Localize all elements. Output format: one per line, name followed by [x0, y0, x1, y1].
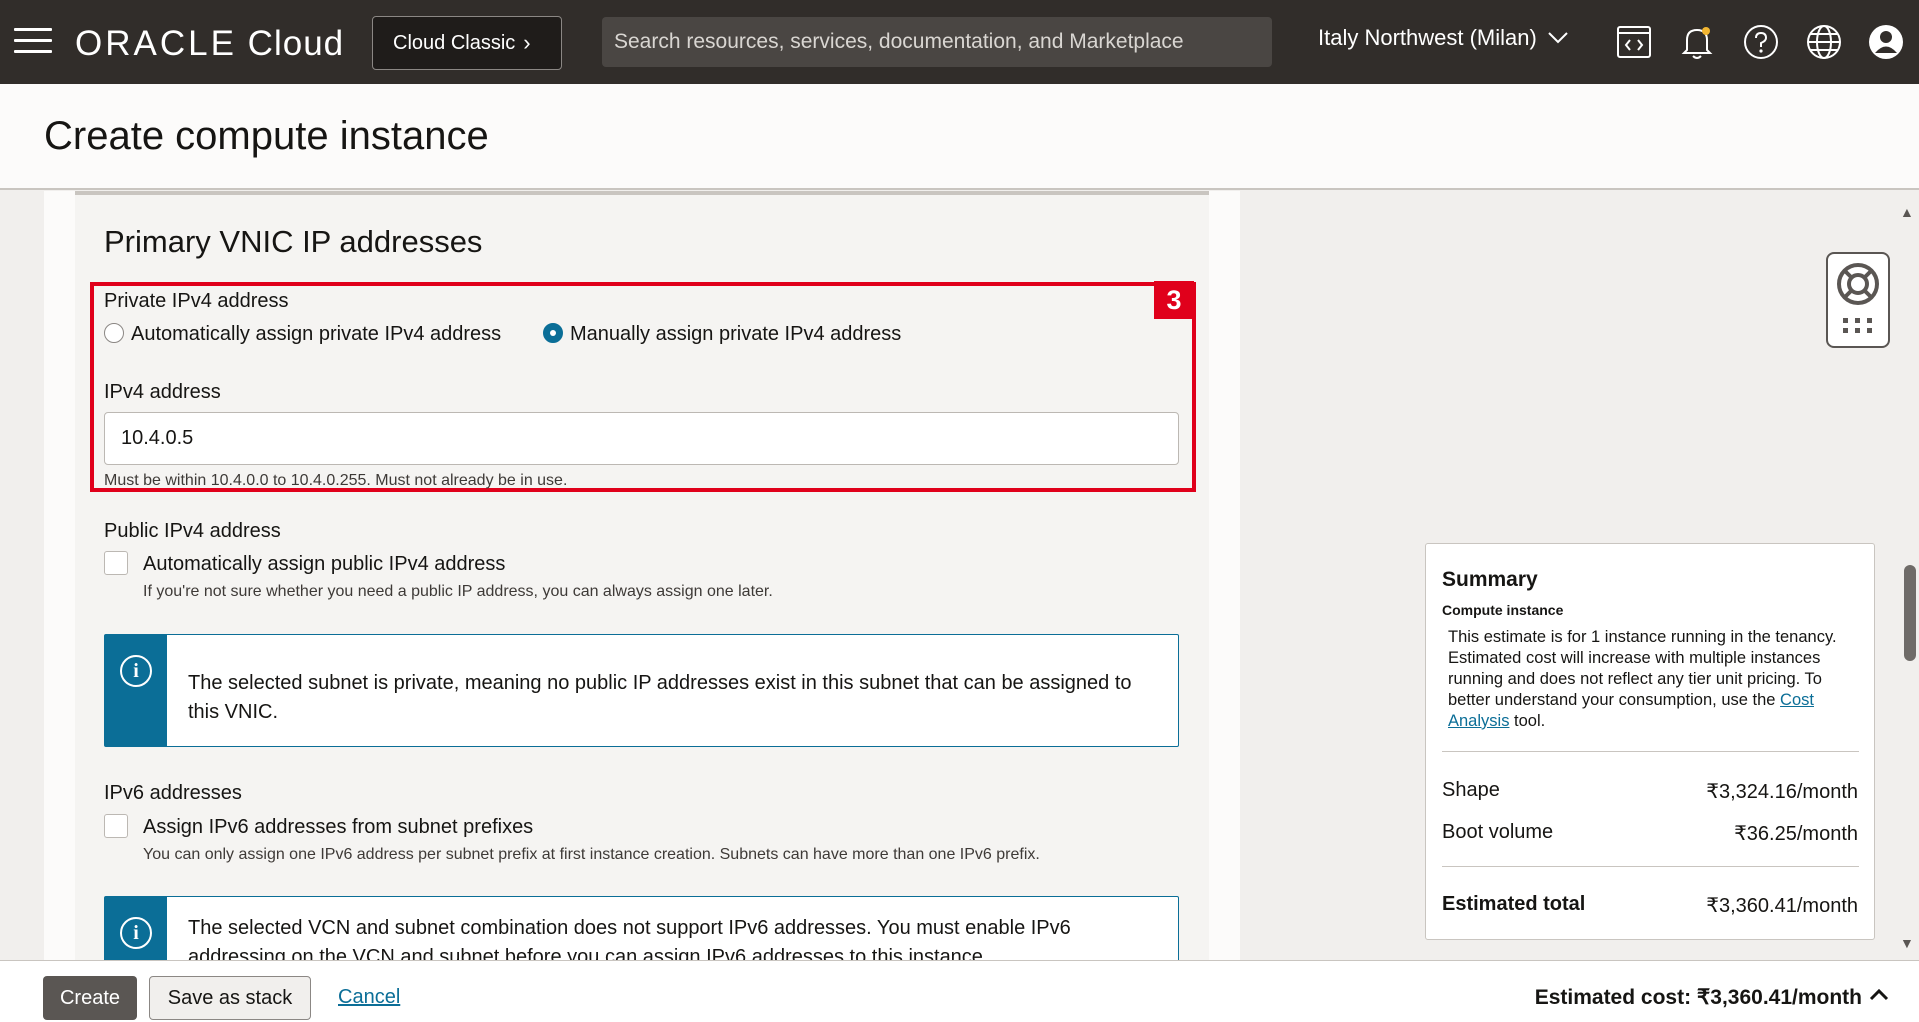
page-title: Create compute instance — [44, 114, 489, 158]
scrollbar-thumb[interactable] — [1904, 565, 1916, 661]
boot-volume-cost-value: ₹36.25/month — [1734, 823, 1858, 845]
public-ipv4-label: Public IPv4 address — [104, 520, 281, 542]
search-input[interactable]: Search resources, services, documentatio… — [602, 17, 1272, 67]
ipv4-address-label: IPv4 address — [104, 381, 221, 403]
cancel-link[interactable]: Cancel — [338, 986, 400, 1009]
summary-desc-tail: tool. — [1509, 712, 1546, 730]
summary-subtitle: Compute instance — [1442, 602, 1564, 618]
checkbox-auto-public-ipv4[interactable] — [104, 551, 128, 575]
divider — [1442, 866, 1859, 867]
checkbox-ipv6-prefixes-label[interactable]: Assign IPv6 addresses from subnet prefix… — [143, 816, 533, 839]
ipv6-info-text: The selected VCN and subnet combination … — [188, 917, 1071, 960]
page-header: Create compute instance — [0, 84, 1919, 190]
estimated-total-value: ₹3,360.41/month — [1706, 895, 1858, 917]
menu-icon[interactable] — [14, 28, 52, 54]
cloud-classic-button[interactable]: Cloud Classic › — [372, 16, 562, 70]
logo-brand: ORACLE — [75, 24, 237, 63]
summary-panel: Summary Compute instance This estimate i… — [1425, 543, 1875, 940]
shape-cost-value: ₹3,324.16/month — [1706, 781, 1858, 803]
bell-icon[interactable] — [1677, 22, 1717, 62]
ipv6-info-box: i The selected VCN and subnet combinatio… — [104, 896, 1179, 960]
create-button[interactable]: Create — [43, 976, 137, 1020]
ipv6-label: IPv6 addresses — [104, 782, 242, 804]
ipv4-address-hint: Must be within 10.4.0.0 to 10.4.0.255. M… — [104, 472, 568, 489]
radio-auto-private-ipv4-label[interactable]: Automatically assign private IPv4 addres… — [131, 323, 501, 346]
info-icon: i — [120, 917, 152, 949]
private-subnet-info-text: The selected subnet is private, meaning … — [188, 672, 1132, 723]
lifebuoy-icon — [1837, 263, 1879, 333]
radio-auto-private-ipv4[interactable] — [104, 323, 124, 343]
code-editor-icon[interactable] — [1614, 22, 1654, 62]
boot-volume-cost-label: Boot volume — [1442, 821, 1554, 843]
footer-action-bar: Create Save as stack Cancel Estimated co… — [0, 960, 1919, 1022]
summary-description: This estimate is for 1 instance running … — [1448, 627, 1860, 732]
chevron-down-icon — [1548, 32, 1568, 44]
scroll-up-arrow[interactable]: ▲ — [1900, 204, 1914, 220]
chevron-up-icon[interactable] — [1867, 983, 1891, 1007]
user-icon[interactable] — [1866, 22, 1906, 62]
ipv6-hint: You can only assign one IPv6 address per… — [143, 846, 1040, 863]
ipv4-address-input[interactable]: 10.4.0.5 — [104, 412, 1179, 465]
shape-cost-label: Shape — [1442, 779, 1500, 801]
section-title: Primary VNIC IP addresses — [104, 224, 483, 259]
step-badge: 3 — [1154, 281, 1194, 319]
summary-title: Summary — [1442, 568, 1538, 591]
oracle-cloud-logo[interactable]: ORACLE Cloud — [75, 24, 344, 64]
help-widget[interactable] — [1826, 252, 1890, 348]
search-placeholder: Search resources, services, documentatio… — [614, 30, 1184, 53]
main-content: Primary VNIC IP addresses 3 Private IPv4… — [0, 191, 1919, 960]
divider — [1442, 751, 1859, 752]
info-icon: i — [120, 655, 152, 687]
info-bar: i — [105, 635, 167, 746]
public-ipv4-hint: If you're not sure whether you need a pu… — [143, 583, 773, 600]
radio-manual-private-ipv4-label[interactable]: Manually assign private IPv4 address — [570, 323, 901, 346]
region-label: Italy Northwest (Milan) — [1318, 25, 1537, 50]
chevron-right-icon: › — [523, 30, 531, 55]
help-icon[interactable] — [1741, 22, 1781, 62]
radio-manual-private-ipv4[interactable] — [543, 323, 563, 343]
checkbox-auto-public-ipv4-label[interactable]: Automatically assign public IPv4 address — [143, 553, 505, 576]
private-subnet-info-box: i The selected subnet is private, meanin… — [104, 634, 1179, 747]
private-ipv4-label: Private IPv4 address — [104, 290, 289, 312]
logo-product: Cloud — [247, 24, 345, 63]
estimated-cost-summary[interactable]: Estimated cost: ₹3,360.41/month — [1535, 985, 1862, 1010]
info-bar: i — [105, 897, 167, 960]
ipv4-address-value: 10.4.0.5 — [121, 427, 194, 449]
cloud-classic-label: Cloud Classic — [393, 31, 516, 54]
globe-icon[interactable] — [1804, 22, 1844, 62]
region-selector[interactable]: Italy Northwest (Milan) — [1318, 25, 1569, 51]
summary-desc-text: This estimate is for 1 instance running … — [1448, 628, 1837, 709]
top-navigation-bar: ORACLE Cloud Cloud Classic › Search reso… — [0, 0, 1919, 84]
checkbox-ipv6-prefixes[interactable] — [104, 814, 128, 838]
save-as-stack-button[interactable]: Save as stack — [149, 976, 311, 1020]
scroll-down-arrow[interactable]: ▼ — [1900, 935, 1914, 951]
estimated-total-label: Estimated total — [1442, 893, 1586, 915]
